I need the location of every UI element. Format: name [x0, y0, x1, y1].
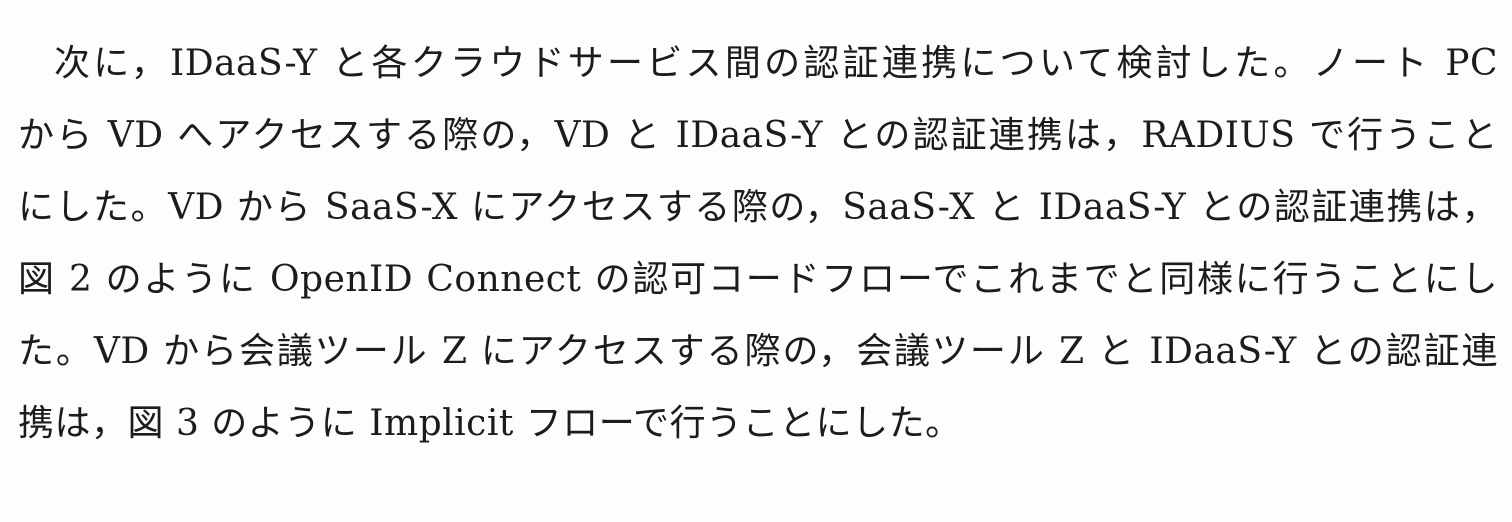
document-page: 次に，IDaaS-Y と各クラウドサービス間の認証連携について検討した。ノート …	[0, 0, 1512, 522]
paragraph-line-6: 携は，図 3 のように Implicit フローで行うことにした。	[18, 403, 962, 444]
paragraph-line-5: た。VD から会議ツール Z にアクセスする際の，会議ツール Z と IDaaS…	[18, 331, 1498, 372]
paragraph-line-3: にした。VD から SaaS-X にアクセスする際の，SaaS-X と IDaa…	[18, 187, 1498, 228]
paragraph-line-2: から VD へアクセスする際の，VD と IDaaS-Y との認証連携は，RAD…	[18, 115, 1498, 156]
body-paragraph: 次に，IDaaS-Y と各クラウドサービス間の認証連携について検討した。ノート …	[18, 28, 1498, 460]
paragraph-line-4: 図 2 のように OpenID Connect の認可コードフローでこれまでと同…	[18, 259, 1498, 300]
paragraph-line-1: 次に，IDaaS-Y と各クラウドサービス間の認証連携について検討した。ノート …	[54, 43, 1498, 84]
